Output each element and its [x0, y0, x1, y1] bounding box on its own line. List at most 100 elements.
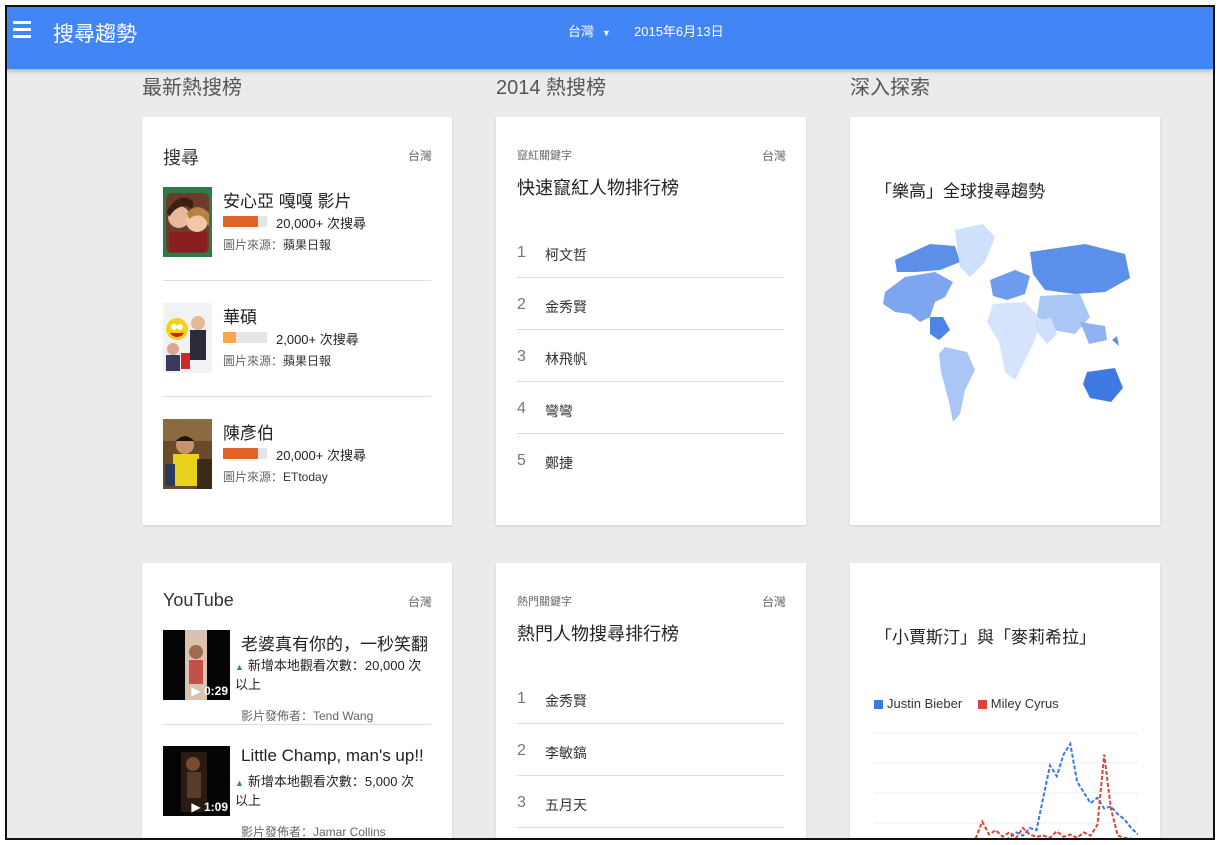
trend-name: 陳彥伯	[223, 424, 274, 443]
image-source-name: ETtoday	[283, 470, 328, 484]
trend-item[interactable]: 華碩 2,000+ 次搜尋 圖片來源：蘋果日報	[163, 303, 430, 418]
trend-chart	[874, 732, 1138, 838]
rank-name: 柯文哲	[545, 247, 587, 263]
trend-thumbnail	[163, 187, 212, 257]
explore-title: 「小賈斯汀」與「麥莉希拉」	[875, 628, 1096, 647]
video-publisher: 影片發佈者：Jamar Collins	[241, 825, 386, 839]
youtube-card: YouTube 台灣 ▶ 0:29 老婆真有你的，一秒笑翻 ▲ 新增本地觀看次數：…	[142, 563, 452, 839]
rank-number: 1	[517, 244, 526, 261]
menu-icon[interactable]	[13, 21, 31, 38]
image-source-label: 圖片來源：	[223, 470, 284, 484]
rank-number: 3	[517, 348, 526, 365]
trend-count: 2,000+ 次搜尋	[276, 332, 359, 347]
trend-count: 20,000+ 次搜尋	[276, 448, 366, 463]
rank-name: 金秀賢	[545, 693, 587, 709]
video-thumbnail: ▶ 0:29	[163, 630, 230, 700]
divider	[163, 724, 431, 725]
search-volume-fill	[223, 448, 259, 459]
rank-number: 3	[517, 794, 526, 811]
rank-name: 林飛帆	[545, 351, 587, 367]
video-views-text: 新增本地觀看次數：20,000 次以上	[235, 658, 422, 692]
card-region: 台灣	[407, 595, 432, 609]
popular-people-card: 熱門關鍵字 台灣 熱門人物搜尋排行榜 1 金秀賢 2 李敏鎬 3 五月天	[496, 563, 806, 838]
rank-row[interactable]: 1 金秀賢	[517, 672, 784, 724]
video-publisher: 影片發佈者：Tend Wang	[241, 709, 374, 723]
card-region: 台灣	[761, 595, 786, 609]
search-volume-bar	[223, 332, 267, 343]
divider	[163, 280, 431, 281]
rising-people-card: 竄紅關鍵字 台灣 快速竄紅人物排行榜 1 柯文哲 2 金秀賢 3 林飛帆 4 彎彎 5 鄭…	[496, 117, 806, 525]
rank-number: 5	[517, 452, 526, 469]
image-source: 圖片來源：ETtoday	[223, 468, 328, 485]
rank-row[interactable]: 5 鄭捷	[517, 434, 784, 486]
heading-2014-searches: 2014 熱搜榜	[496, 77, 607, 99]
divider	[163, 396, 431, 397]
chart-legend: Justin Bieber Miley Cyrus	[874, 696, 1071, 711]
legend-item: Justin Bieber	[874, 696, 962, 711]
rank-number: 2	[517, 296, 526, 313]
rank-row[interactable]: 1 柯文哲	[517, 226, 784, 278]
card-title: YouTube	[163, 590, 234, 610]
video-thumbnail: ▶ 1:09	[163, 746, 230, 816]
video-title: Little Champ, man's up!!	[241, 746, 424, 765]
legend-swatch	[874, 700, 883, 710]
image-source: 圖片來源：蘋果日報	[223, 236, 331, 253]
rank-row[interactable]: 2 金秀賢	[517, 278, 784, 330]
video-duration: ▶ 0:29	[191, 684, 228, 698]
rank-name: 彎彎	[545, 403, 573, 419]
image-source-label: 圖片來源：	[223, 354, 284, 368]
rank-name: 五月天	[545, 797, 587, 813]
rank-row[interactable]: 2 李敏鎬	[517, 724, 784, 776]
search-volume-fill	[223, 216, 259, 227]
image-source-name: 蘋果日報	[283, 238, 332, 252]
rank-number: 2	[517, 742, 526, 759]
trend-item[interactable]: 陳彥伯 20,000+ 次搜尋 圖片來源：ETtoday	[163, 419, 430, 525]
rank-row[interactable]: 3 林飛帆	[517, 330, 784, 382]
heading-explore: 深入探索	[850, 77, 930, 99]
region-label: 台灣	[568, 24, 595, 39]
card-heading: 快速竄紅人物排行榜	[517, 178, 679, 198]
trend-up-icon: ▲	[235, 778, 244, 788]
image-source: 圖片來源：蘋果日報	[223, 352, 331, 369]
legend-label: Miley Cyrus	[990, 696, 1059, 711]
video-views-text: 新增本地觀看次數：5,000 次以上	[235, 774, 415, 808]
legend-item: Miley Cyrus	[977, 696, 1059, 711]
search-volume-fill	[223, 332, 237, 343]
trend-thumbnail	[163, 303, 212, 373]
region-select[interactable]: 台灣 ▼	[568, 21, 611, 40]
heading-hot-searches: 最新熱搜榜	[142, 77, 242, 99]
app-title: 搜尋趨勢	[53, 23, 137, 46]
legend-label: Justin Bieber	[887, 696, 963, 711]
trend-thumbnail	[163, 419, 212, 489]
browser-frame: 搜尋趨勢 台灣 ▼ 2015年6月13日 最新熱搜榜 2014 熱搜榜 深入探索 …	[5, 5, 1215, 840]
search-volume-bar	[223, 216, 267, 227]
video-duration: ▶ 1:09	[191, 800, 228, 814]
trend-count: 20,000+ 次搜尋	[276, 216, 366, 231]
explore-title: 「樂高」全球搜尋趨勢	[875, 182, 1045, 201]
rank-row[interactable]: 3 五月天	[517, 776, 784, 828]
rank-row[interactable]: 4 彎彎	[517, 382, 784, 434]
image-source-label: 圖片來源：	[223, 238, 284, 252]
date-label: 2015年6月13日	[634, 24, 724, 39]
video-item[interactable]: ▶ 0:29 老婆真有你的，一秒笑翻 ▲ 新增本地觀看次數：20,000 次以上 …	[163, 630, 430, 730]
video-views: ▲ 新增本地觀看次數：5,000 次以上	[235, 773, 425, 809]
rank-name: 金秀賢	[545, 299, 587, 315]
trend-name: 華碩	[223, 308, 257, 327]
video-item[interactable]: ▶ 1:09 Little Champ, man's up!! ▲ 新增本地觀看次…	[163, 746, 430, 839]
search-volume-bar	[223, 448, 267, 459]
image-source-name: 蘋果日報	[283, 354, 332, 368]
caret-down-icon: ▼	[602, 27, 611, 38]
card-title: 搜尋	[163, 148, 199, 168]
world-trend-card[interactable]: 「樂高」全球搜尋趨勢	[850, 117, 1160, 525]
rank-name: 李敏鎬	[545, 745, 587, 761]
search-trends-card: 搜尋 台灣 安心亞 嘎嘎 影片 20,000+ 次搜尋 圖片來源：蘋果日報 華碩…	[142, 117, 452, 525]
card-subtitle: 熱門關鍵字	[517, 596, 572, 608]
card-heading: 熱門人物搜尋排行榜	[517, 624, 679, 644]
video-views: ▲ 新增本地觀看次數：20,000 次以上	[235, 657, 425, 693]
card-region: 台灣	[407, 149, 432, 163]
rank-number: 1	[517, 690, 526, 707]
comparison-card[interactable]: 「小賈斯汀」與「麥莉希拉」 Justin Bieber Miley Cyrus	[850, 563, 1160, 838]
series-line-0	[1006, 741, 1138, 838]
trend-item[interactable]: 安心亞 嘎嘎 影片 20,000+ 次搜尋 圖片來源：蘋果日報	[163, 187, 430, 302]
series-line-1	[974, 754, 1133, 838]
